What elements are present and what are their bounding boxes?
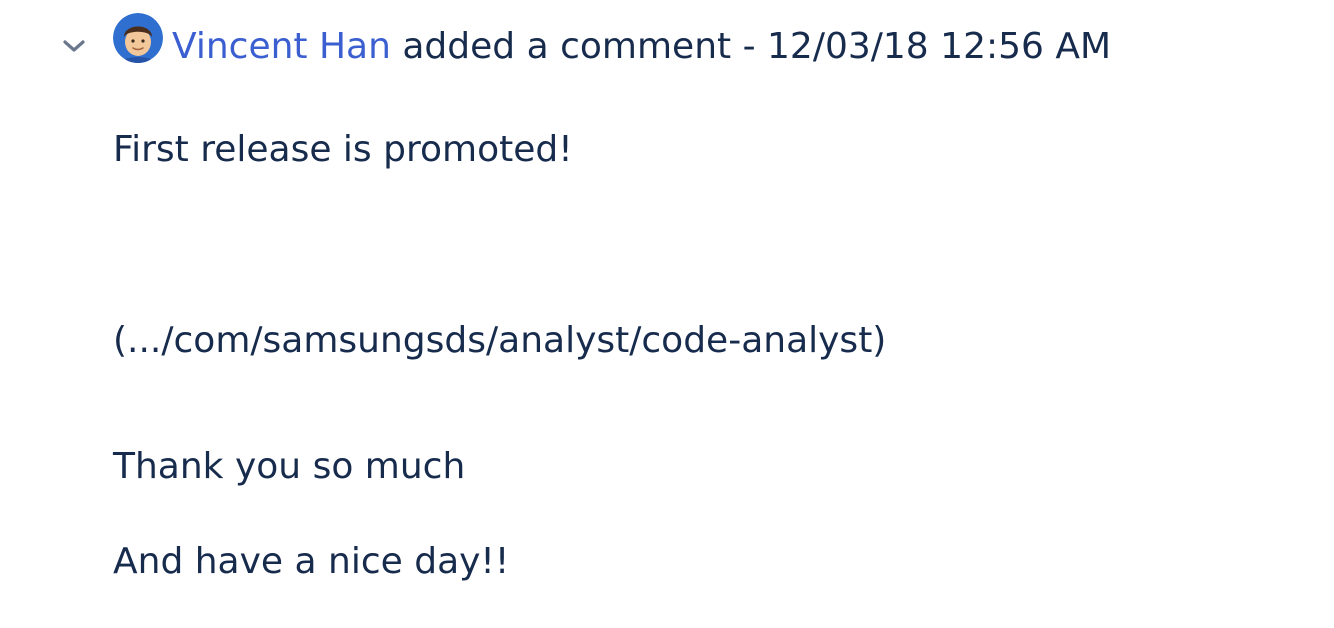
comment-body-line: First release is promoted! (113, 129, 573, 170)
comment-action: added a comment (402, 26, 732, 67)
header-separator: - (742, 26, 756, 67)
avatar[interactable] (113, 13, 163, 63)
comment-body-line: (.../com/samsungsds/analyst/code-analyst… (113, 320, 887, 361)
user-avatar-icon (113, 13, 163, 63)
chevron-down-icon (63, 40, 85, 52)
comment-block: Vincent Han added a comment - 12/03/18 1… (0, 0, 1334, 628)
comment-header: Vincent Han added a comment - 12/03/18 1… (172, 22, 1111, 72)
collapse-toggle[interactable] (58, 30, 90, 62)
comment-body-line: And have a nice day!! (113, 541, 510, 582)
comment-body-line: Thank you so much (113, 446, 466, 487)
comment-timestamp[interactable]: 12/03/18 12:56 AM (767, 26, 1111, 67)
author-link[interactable]: Vincent Han (172, 26, 391, 67)
